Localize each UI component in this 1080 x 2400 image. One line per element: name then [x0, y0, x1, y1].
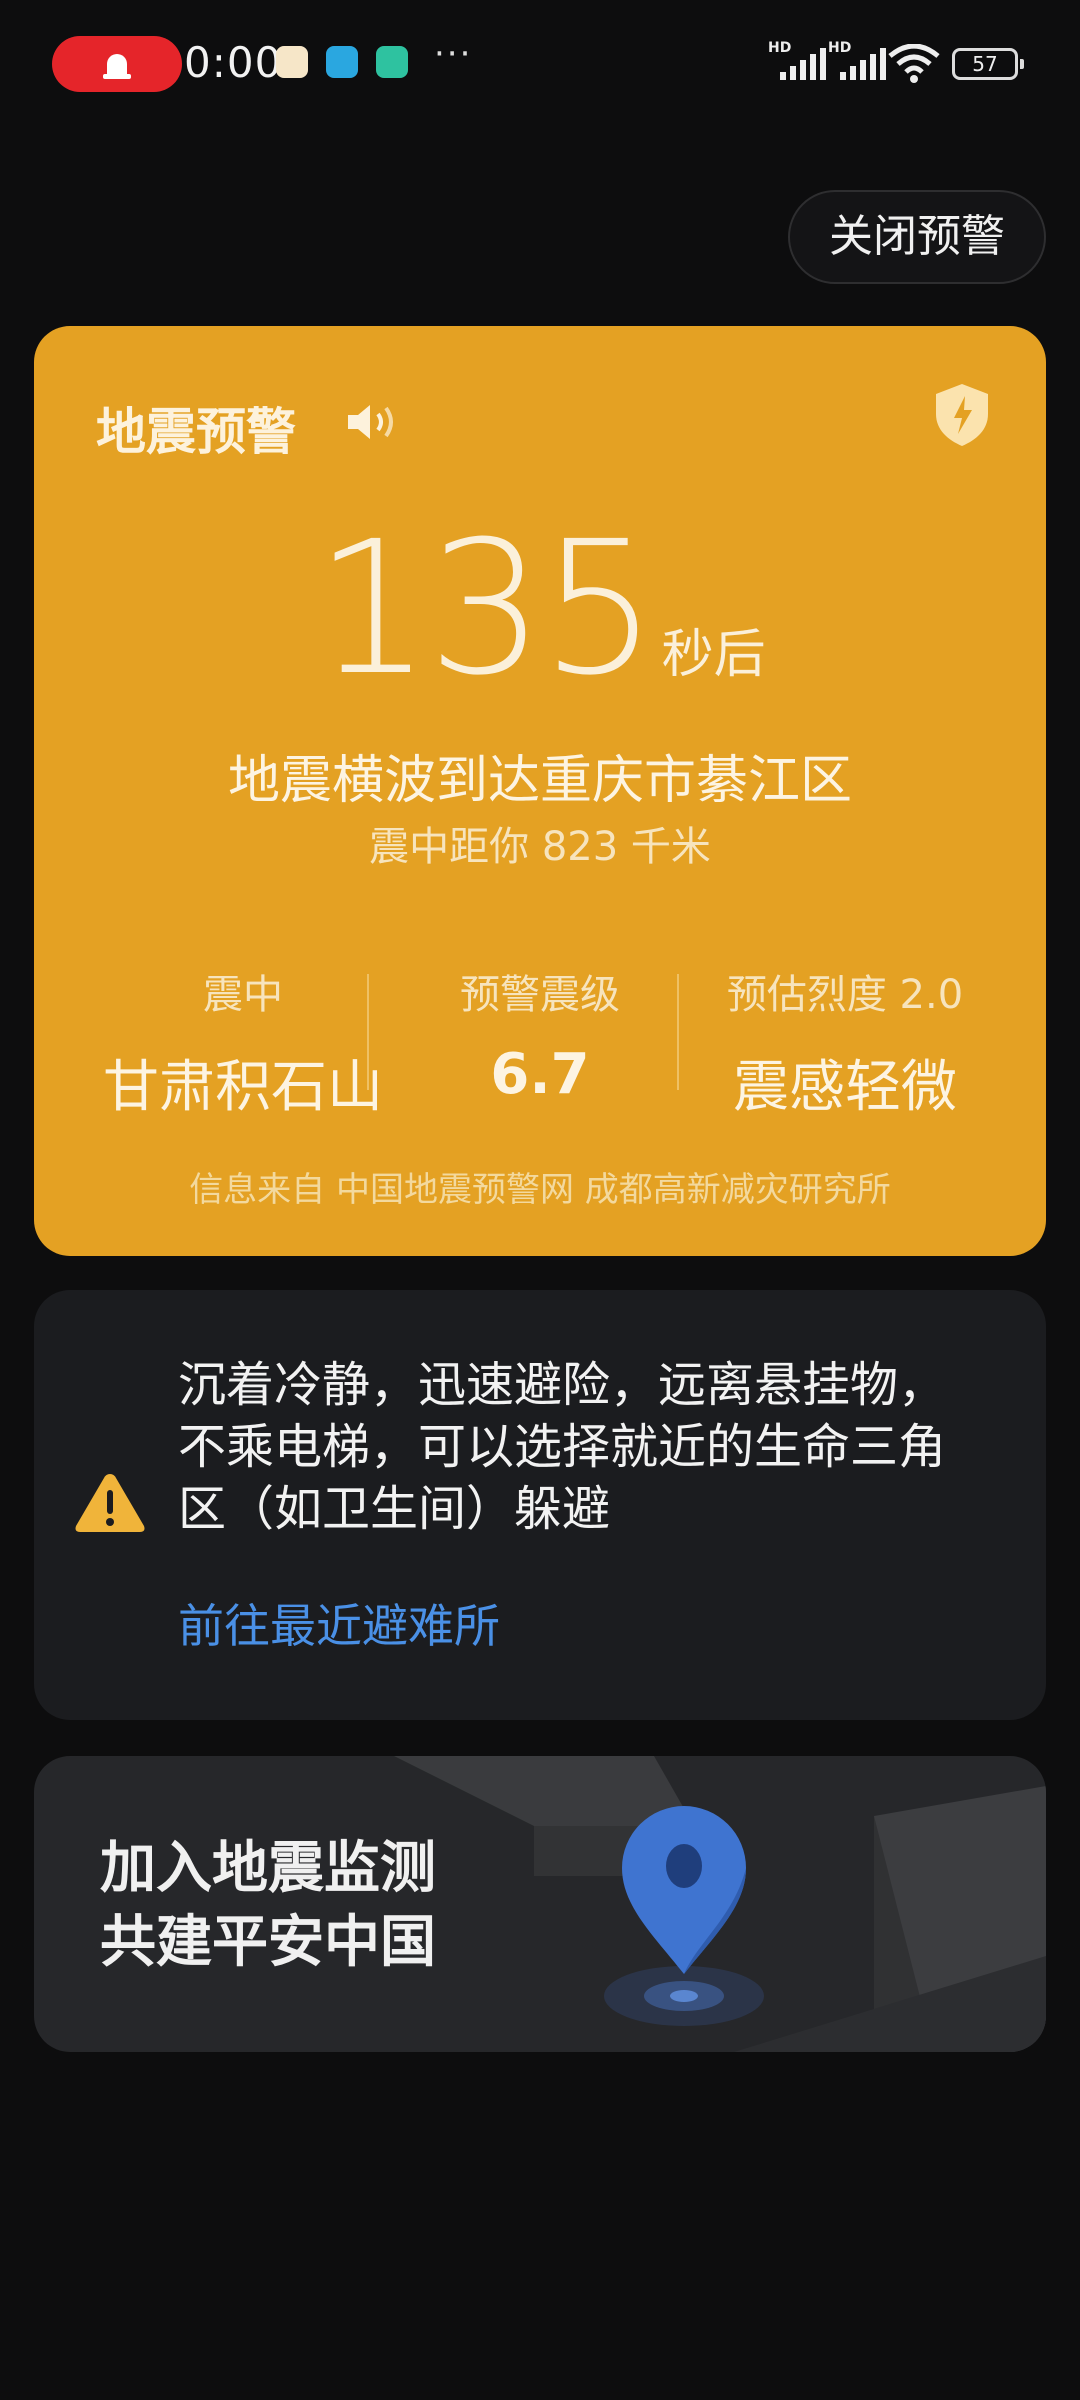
join-monitoring-card[interactable]: 加入地震监测 共建平安中国: [34, 1756, 1046, 2052]
app-notification-icon: [326, 46, 358, 78]
stat-divider: [367, 974, 369, 1090]
countdown-unit: 秒后: [661, 625, 766, 685]
data-source: 信息来自 中国地震预警网 成都高新减灾研究所: [189, 1170, 891, 1210]
status-time: 0:00: [184, 38, 283, 87]
join-line-2: 共建平安中国: [100, 1910, 436, 1975]
stat-divider: [677, 974, 679, 1090]
countdown-seconds: 135: [314, 502, 657, 716]
stat-label: 震中: [203, 972, 283, 1018]
epicenter-distance: 震中距你 823 千米: [369, 824, 711, 870]
alarm-light-icon: [103, 54, 131, 79]
countdown: 135 秒后: [34, 502, 1046, 716]
stat-label: 预警震级: [460, 972, 620, 1018]
warning-title: 地震预警: [96, 403, 296, 461]
stat-value: 甘肃积石山: [103, 1055, 383, 1120]
safety-advice-text: 沉着冷静，迅速避险，远离悬挂物，不乘电梯，可以选择就近的生命三角区（如卫生间）躲…: [178, 1357, 947, 1537]
app-notification-icon: [376, 46, 408, 78]
stat-magnitude: 预警震级 6.7: [375, 962, 705, 1107]
battery-indicator: 57: [952, 48, 1024, 80]
stat-intensity: 预估烈度 2.0 震感轻微: [680, 962, 1010, 1123]
nearest-shelter-link[interactable]: 前往最近避难所: [178, 1590, 500, 1656]
join-line-1: 加入地震监测: [100, 1836, 436, 1901]
cell-signal-icon: HD: [828, 40, 886, 80]
alert-pill[interactable]: [52, 36, 182, 92]
stat-epicenter: 震中 甘肃积石山: [78, 962, 408, 1123]
more-notifications-icon: ···: [434, 34, 473, 74]
cell-signal-icon: HD: [768, 40, 826, 80]
stat-label: 预估烈度 2.0: [726, 972, 964, 1018]
arrival-text: 地震横波到达重庆市綦江区: [227, 751, 852, 811]
join-monitoring-title: 加入地震监测 共建平安中国: [100, 1832, 436, 1980]
wifi-icon: [888, 44, 940, 83]
earthquake-warning-card: 地震预警 135 秒后 地震横波到达重庆市綦江区 震中距你 823 千米 震中 甘…: [34, 326, 1046, 1256]
app-notification-icon: [276, 46, 308, 78]
speaker-icon[interactable]: [346, 402, 400, 442]
stat-value: 6.7: [490, 1042, 590, 1107]
stat-value: 震感轻微: [733, 1055, 957, 1120]
safety-advice-card: 沉着冷静，迅速避险，远离悬挂物，不乘电梯，可以选择就近的生命三角区（如卫生间）躲…: [34, 1290, 1046, 1720]
warning-triangle-icon: [75, 1474, 145, 1532]
shield-icon: [936, 384, 988, 446]
close-warning-button[interactable]: 关闭预警: [788, 190, 1046, 284]
